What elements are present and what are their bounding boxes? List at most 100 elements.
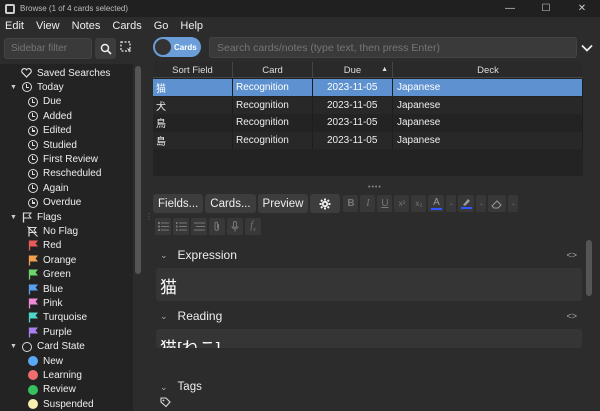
sidebar-item-red[interactable]: Red	[27, 239, 61, 253]
sidebar-item-no-flag[interactable]: No Flag	[27, 224, 78, 238]
preview-button[interactable]: Preview	[257, 194, 309, 213]
menu-go[interactable]: Go	[153, 20, 170, 32]
editor-scroll-thumb[interactable]	[586, 240, 592, 296]
sidebar-scrollbar[interactable]	[133, 64, 143, 411]
ordered-list-button[interactable]	[173, 218, 189, 235]
italic-button[interactable]: I	[360, 195, 376, 212]
sidebar-item-review[interactable]: Review	[27, 383, 76, 397]
close-button[interactable]: ✕	[564, 0, 600, 17]
column-deck[interactable]: Deck	[393, 62, 583, 78]
clock-icon	[27, 168, 38, 179]
clock-icon	[21, 82, 32, 93]
html-toggle-icon[interactable]: <>	[566, 250, 577, 260]
table-row[interactable]: 鳥 Recognition 2023-11-05 Japanese	[153, 114, 583, 131]
table-row[interactable]: 猫 Recognition 2023-11-05 Japanese	[153, 79, 583, 96]
bold-button[interactable]: B	[343, 195, 359, 212]
sidebar-item-due[interactable]: Due	[27, 95, 61, 109]
search-history-dropdown[interactable]	[578, 37, 596, 58]
sidebar-item-learning[interactable]: Learning	[27, 368, 82, 382]
cell-due: 2023-11-05	[313, 114, 393, 131]
sidebar-item-again[interactable]: Again	[27, 181, 69, 195]
mathjax-button[interactable]: fx	[245, 218, 261, 235]
table-row[interactable]: 犬 Recognition 2023-11-05 Japanese	[153, 96, 583, 114]
field-label-reading[interactable]: ⌄ Reading	[160, 309, 222, 323]
record-audio-button[interactable]	[227, 218, 243, 235]
sidebar-item-rescheduled[interactable]: Rescheduled	[27, 167, 101, 181]
maximize-button[interactable]: ☐	[528, 0, 564, 17]
unordered-list-button[interactable]	[155, 218, 171, 235]
column-due[interactable]: Due ▲	[313, 62, 393, 78]
fields-button[interactable]: Fields...	[153, 194, 204, 213]
underline-button[interactable]: U	[377, 195, 393, 212]
column-card[interactable]: Card	[233, 62, 313, 78]
sidebar-item-label: Learning	[43, 369, 82, 381]
minimize-button[interactable]: —	[492, 0, 528, 17]
subscript-button[interactable]: x₂	[411, 195, 427, 212]
table-editor-splitter[interactable]: ••••	[368, 184, 382, 191]
menu-help[interactable]: Help	[179, 20, 204, 32]
sidebar-item-overdue[interactable]: Overdue	[27, 196, 81, 210]
editor-scrollbar[interactable]	[584, 240, 594, 330]
sidebar-item-green[interactable]: Green	[27, 268, 71, 282]
sidebar-item-flags[interactable]: ▼ Flags	[10, 210, 61, 224]
sidebar-item-first-review[interactable]: First Review	[27, 152, 98, 166]
html-toggle-icon[interactable]: <>	[566, 311, 577, 321]
sidebar-item-saved-searches[interactable]: Saved Searches	[10, 66, 110, 80]
eraser-dropdown[interactable]: ⌄	[508, 195, 519, 212]
sidebar-item-turquoise[interactable]: Turquoise	[27, 311, 87, 325]
column-sort-field[interactable]: Sort Field	[153, 62, 233, 78]
cell-due: 2023-11-05	[313, 96, 393, 114]
sidebar-filter-input[interactable]	[4, 38, 92, 59]
sidebar-scroll-thumb[interactable]	[135, 66, 141, 274]
expand-arrow-icon[interactable]: ▼	[10, 343, 18, 350]
text-color-dropdown[interactable]: ⌄	[446, 195, 457, 212]
attach-button[interactable]	[209, 218, 225, 235]
text-color-icon: A	[433, 196, 440, 208]
field-input-reading[interactable]: 猫[ねこ]	[156, 329, 582, 348]
sidebar: Saved Searches ▼ Today Due Added Edited Studie…	[0, 34, 143, 411]
menu-cards[interactable]: Cards	[111, 20, 142, 32]
sidebar-item-pink[interactable]: Pink	[27, 296, 62, 310]
highlight-color-dropdown[interactable]: ⌄	[476, 195, 487, 212]
sidebar-search-button[interactable]	[95, 38, 116, 59]
sidebar-item-added[interactable]: Added	[27, 109, 72, 123]
align-button[interactable]	[191, 218, 207, 235]
cards-notes-toggle[interactable]: Cards	[153, 37, 201, 57]
sidebar-item-new[interactable]: New	[27, 354, 63, 368]
menu-notes[interactable]: Notes	[71, 20, 102, 32]
sidebar-item-studied[interactable]: Studied	[27, 138, 77, 152]
menu-edit[interactable]: Edit	[4, 20, 25, 32]
paperclip-icon	[214, 221, 219, 231]
tags-label[interactable]: ⌄ Tags	[160, 381, 202, 393]
expand-arrow-icon[interactable]: ▼	[10, 84, 18, 91]
superscript-button[interactable]: x²	[394, 195, 410, 212]
clock-icon	[27, 140, 38, 151]
sidebar-item-orange[interactable]: Orange	[27, 253, 76, 267]
field-input-expression[interactable]: 猫	[156, 268, 582, 301]
eraser-button[interactable]	[488, 195, 507, 212]
sidebar-item-purple[interactable]: Purple	[27, 325, 72, 339]
sidebar-select-tool-button[interactable]	[119, 40, 133, 54]
field-label-expression[interactable]: ⌄ Expression	[160, 248, 237, 262]
cell-card: Recognition	[233, 79, 313, 96]
sidebar-item-card-state[interactable]: ▼ Card State	[10, 340, 85, 354]
text-color-button[interactable]: A	[428, 195, 445, 212]
cell-sort-field: 島	[153, 131, 233, 149]
sidebar-item-suspended[interactable]: Suspended	[27, 397, 94, 411]
sidebar-item-blue[interactable]: Blue	[27, 282, 63, 296]
clock-face	[27, 111, 38, 122]
dot-shape	[27, 384, 38, 395]
highlight-color-button[interactable]	[458, 195, 475, 212]
expand-arrow-icon[interactable]: ▼	[10, 214, 18, 221]
table-row[interactable]: 島 Recognition 2023-11-05 Japanese	[153, 131, 583, 149]
clock-face	[27, 125, 38, 136]
eraser-icon	[491, 199, 503, 208]
tag-icon[interactable]	[160, 397, 171, 408]
search-input[interactable]	[209, 37, 577, 58]
sidebar-item-today[interactable]: ▼ Today	[10, 80, 64, 94]
settings-button[interactable]	[310, 194, 341, 213]
chevron-down-icon	[581, 44, 593, 52]
cards-button[interactable]: Cards...	[205, 194, 256, 213]
sidebar-item-edited[interactable]: Edited	[27, 124, 71, 138]
menu-view[interactable]: View	[35, 20, 61, 32]
